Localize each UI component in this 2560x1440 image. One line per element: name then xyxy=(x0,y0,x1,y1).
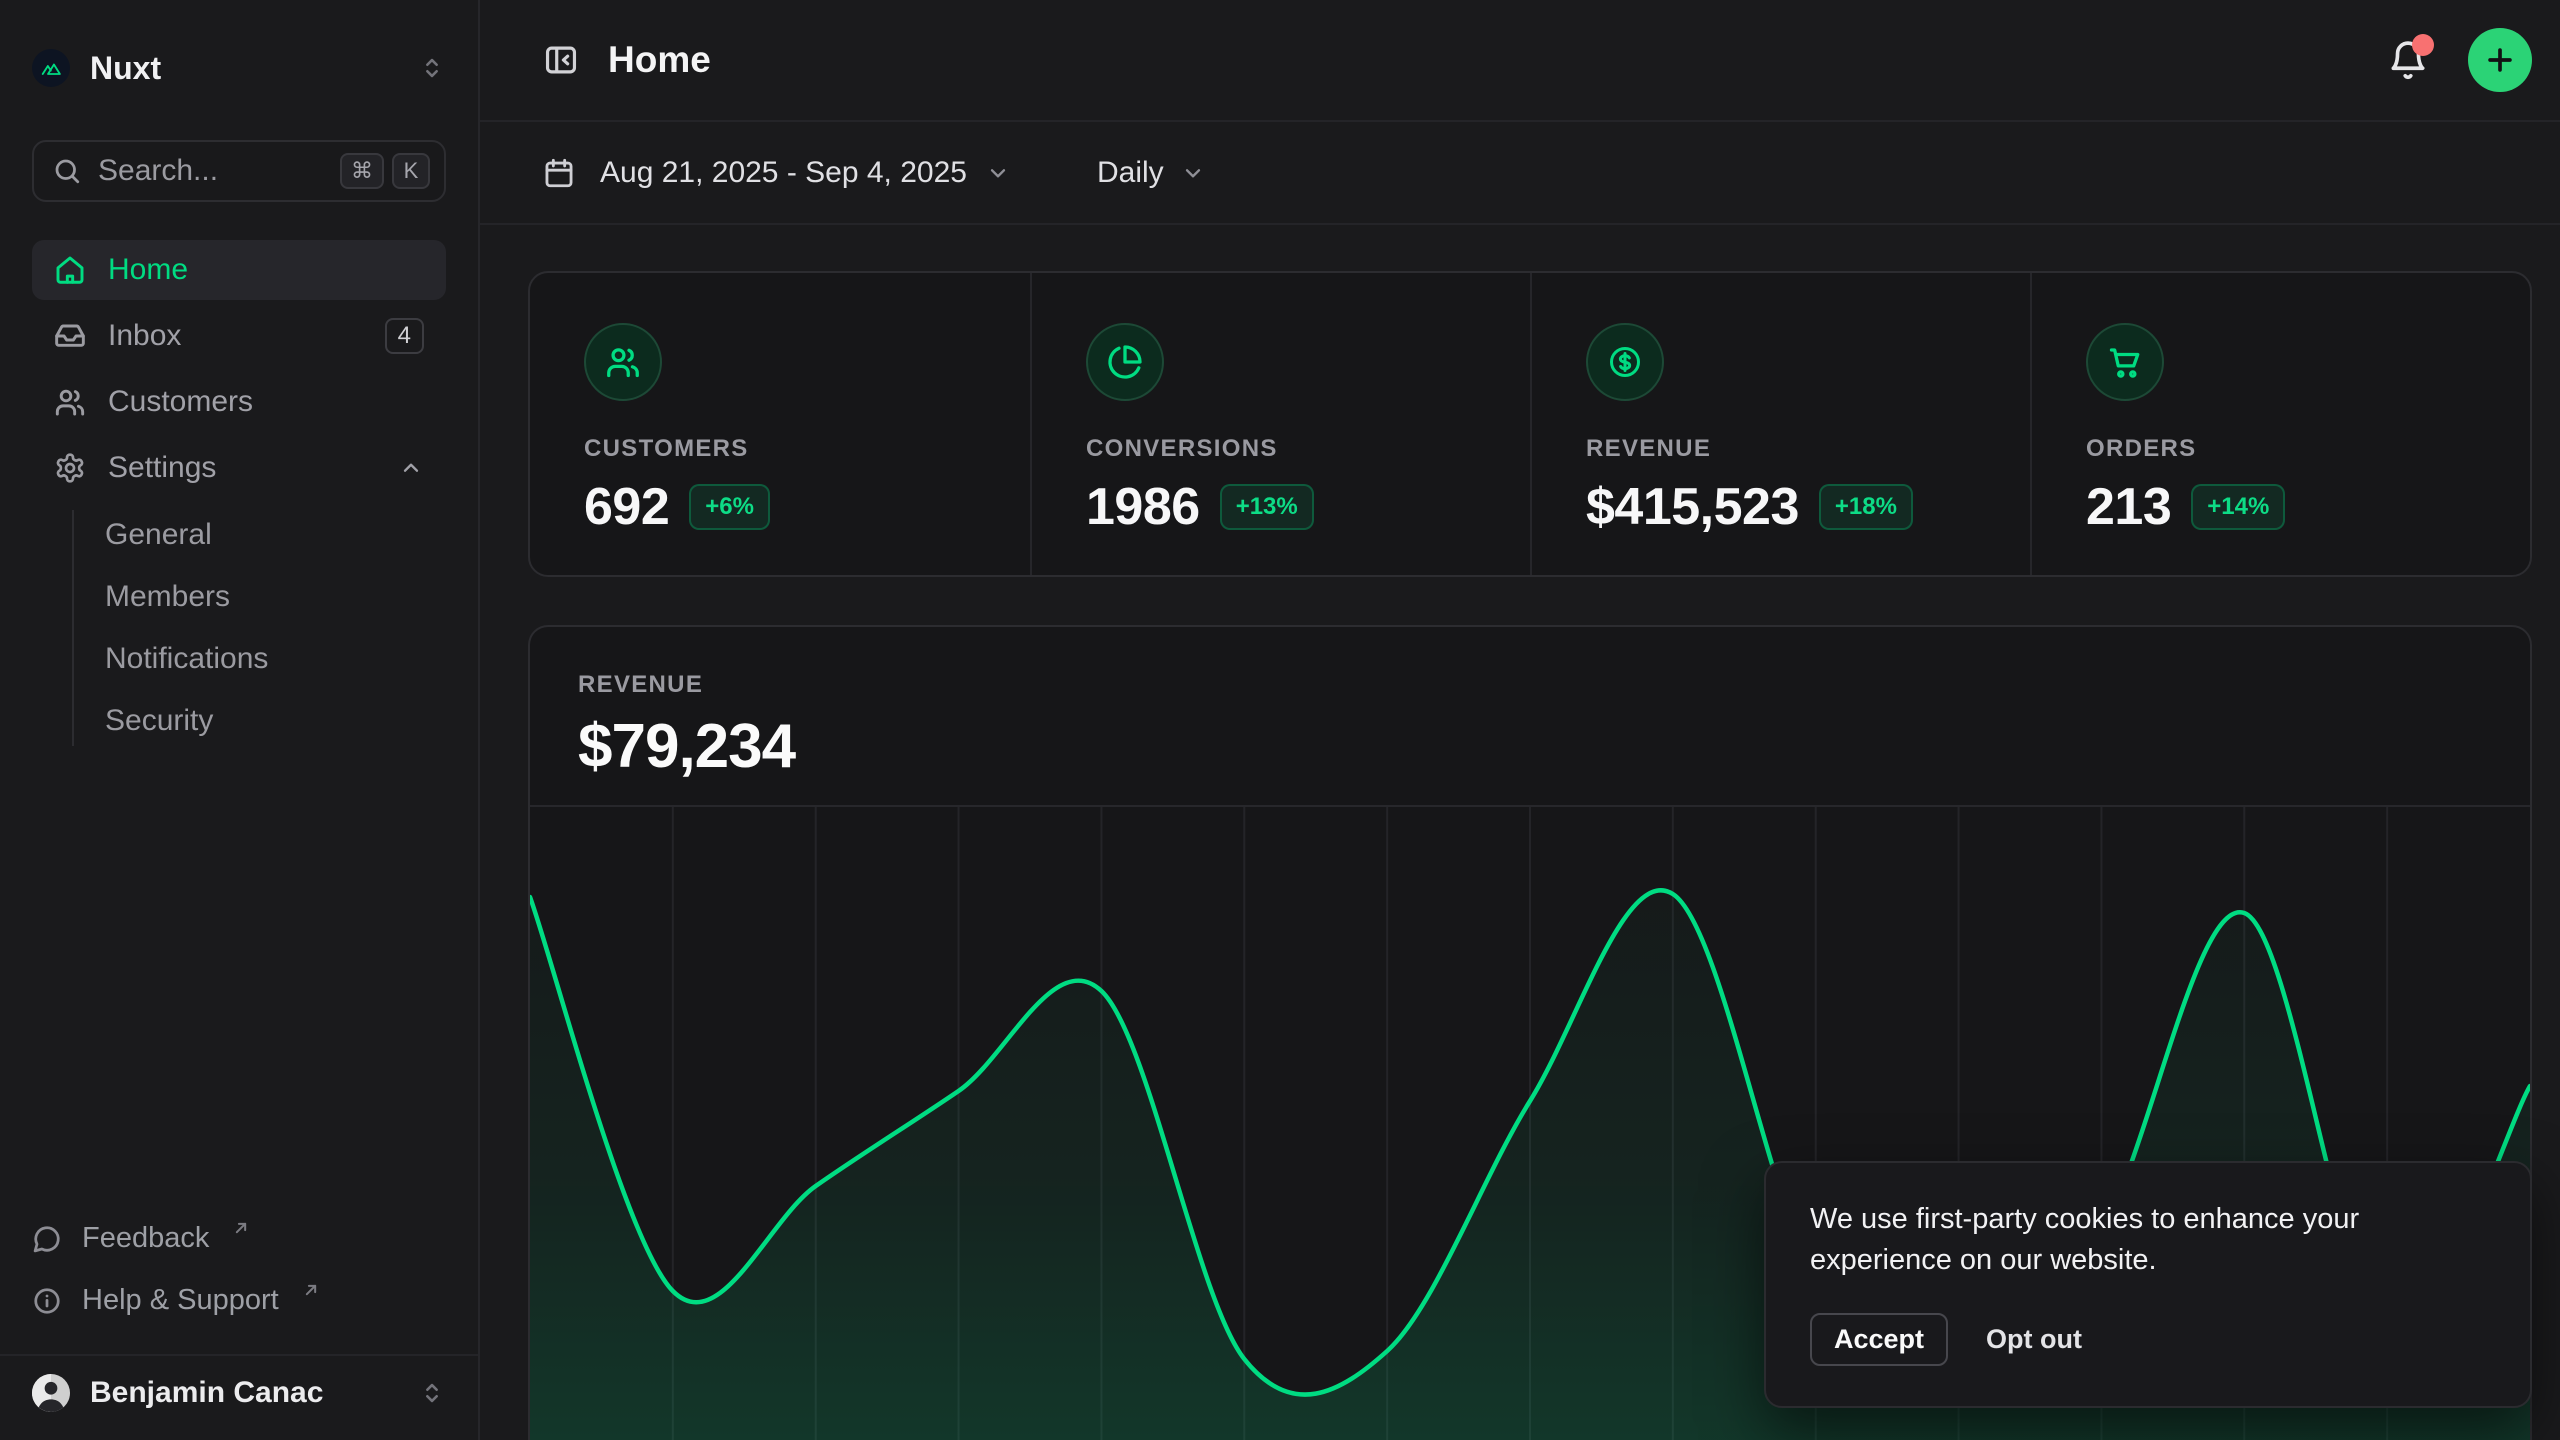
search-icon xyxy=(52,156,82,186)
chevron-down-icon xyxy=(1180,160,1206,186)
gear-icon xyxy=(54,452,86,484)
stats-row: CUSTOMERS 692 +6% CONVERSIONS 1986 +13% xyxy=(528,271,2532,577)
filters-bar: Aug 21, 2025 - Sep 4, 2025 Daily xyxy=(480,122,2560,225)
stat-customers[interactable]: CUSTOMERS 692 +6% xyxy=(530,273,1030,577)
pie-chart-icon xyxy=(1086,323,1164,401)
page-header: Home xyxy=(480,0,2560,122)
granularity-value: Daily xyxy=(1097,156,1164,190)
inbox-icon xyxy=(54,320,86,352)
stat-label: CONVERSIONS xyxy=(1086,435,1476,463)
stat-value: 692 xyxy=(584,477,669,537)
sidebar-item-label: Customers xyxy=(108,385,253,419)
sidebar-item-members[interactable]: Members xyxy=(32,566,446,628)
notification-dot xyxy=(2412,34,2434,56)
sidebar-item-security[interactable]: Security xyxy=(32,690,446,752)
sidebar-item-label: Settings xyxy=(108,451,216,485)
cookie-banner: We use first-party cookies to enhance yo… xyxy=(1764,1161,2532,1408)
feedback-label: Feedback xyxy=(82,1222,209,1255)
chat-bubble-icon xyxy=(32,1224,62,1254)
stat-conversions[interactable]: CONVERSIONS 1986 +13% xyxy=(1030,273,1530,577)
settings-sub-list: General Members Notifications Security xyxy=(32,504,446,752)
revenue-chart-total: $79,234 xyxy=(578,711,2482,782)
sub-item-label: General xyxy=(105,518,212,552)
sub-item-label: Notifications xyxy=(105,642,268,676)
add-button[interactable] xyxy=(2468,28,2532,92)
sidebar: Nuxt Search... ⌘ K Home Inbox 4 xyxy=(0,0,480,1440)
shopping-cart-icon xyxy=(2086,323,2164,401)
calendar-icon xyxy=(542,156,576,190)
sidebar-item-home[interactable]: Home xyxy=(32,240,446,300)
plus-icon xyxy=(2483,43,2517,77)
user-name: Benjamin Canac xyxy=(90,1376,323,1410)
stat-label: ORDERS xyxy=(2086,435,2476,463)
help-support-label: Help & Support xyxy=(82,1284,279,1317)
workspace-switcher[interactable]: Nuxt xyxy=(32,36,446,100)
accept-button[interactable]: Accept xyxy=(1810,1313,1948,1366)
sidebar-nav: Home Inbox 4 Customers Settings Ge xyxy=(32,240,446,758)
sidebar-collapse-button[interactable] xyxy=(542,41,580,79)
stat-delta-badge: +6% xyxy=(689,484,770,530)
kbd-k: K xyxy=(392,153,430,189)
brand-name: Nuxt xyxy=(90,50,161,87)
search-placeholder: Search... xyxy=(98,154,218,188)
stat-delta-badge: +18% xyxy=(1819,484,1913,530)
sidebar-item-customers[interactable]: Customers xyxy=(32,372,446,432)
search-input[interactable]: Search... ⌘ K xyxy=(32,140,446,202)
external-link-icon xyxy=(231,1218,251,1238)
users-icon xyxy=(584,323,662,401)
feedback-link[interactable]: Feedback xyxy=(32,1208,446,1270)
stat-orders[interactable]: ORDERS 213 +14% xyxy=(2030,273,2530,577)
sidebar-item-settings[interactable]: Settings xyxy=(32,438,446,498)
stat-label: CUSTOMERS xyxy=(584,435,976,463)
cookie-message: We use first-party cookies to enhance yo… xyxy=(1810,1199,2420,1281)
sidebar-item-notifications[interactable]: Notifications xyxy=(32,628,446,690)
stat-delta-badge: +14% xyxy=(2191,484,2285,530)
chevron-up-icon xyxy=(398,455,424,481)
stat-value: 213 xyxy=(2086,477,2171,537)
stat-delta-badge: +13% xyxy=(1220,484,1314,530)
user-menu[interactable]: Benjamin Canac xyxy=(32,1356,446,1440)
revenue-chart-label: REVENUE xyxy=(578,671,2482,699)
stat-label: REVENUE xyxy=(1586,435,1976,463)
stat-value: 1986 xyxy=(1086,477,1200,537)
avatar xyxy=(32,1374,70,1412)
nuxt-logo-icon xyxy=(32,49,70,87)
revenue-chart-header: REVENUE $79,234 xyxy=(530,627,2530,805)
help-support-link[interactable]: Help & Support xyxy=(32,1270,446,1332)
sidebar-item-label: Home xyxy=(108,253,188,287)
sidebar-item-label: Inbox xyxy=(108,319,181,353)
opt-out-button[interactable]: Opt out xyxy=(1986,1324,2082,1355)
date-range-value: Aug 21, 2025 - Sep 4, 2025 xyxy=(600,156,967,190)
page-title: Home xyxy=(608,39,711,81)
external-link-icon xyxy=(301,1280,321,1300)
granularity-select[interactable]: Daily xyxy=(1097,156,1206,190)
sidebar-item-inbox[interactable]: Inbox 4 xyxy=(32,306,446,366)
users-icon xyxy=(54,386,86,418)
stat-value: $415,523 xyxy=(1586,477,1799,537)
inbox-count-badge: 4 xyxy=(385,318,424,354)
date-range-picker[interactable]: Aug 21, 2025 - Sep 4, 2025 xyxy=(542,156,1011,190)
sub-item-label: Security xyxy=(105,704,213,738)
notifications-button[interactable] xyxy=(2382,34,2434,86)
info-circle-icon xyxy=(32,1286,62,1316)
chevron-down-icon xyxy=(985,160,1011,186)
sidebar-item-general[interactable]: General xyxy=(32,504,446,566)
home-icon xyxy=(54,254,86,286)
chevron-up-down-icon xyxy=(418,54,446,82)
chevron-up-down-icon xyxy=(418,1379,446,1407)
search-shortcut: ⌘ K xyxy=(340,153,430,189)
stat-revenue[interactable]: REVENUE $415,523 +18% xyxy=(1530,273,2030,577)
sub-item-label: Members xyxy=(105,580,230,614)
kbd-cmd: ⌘ xyxy=(340,153,384,189)
dollar-circle-icon xyxy=(1586,323,1664,401)
